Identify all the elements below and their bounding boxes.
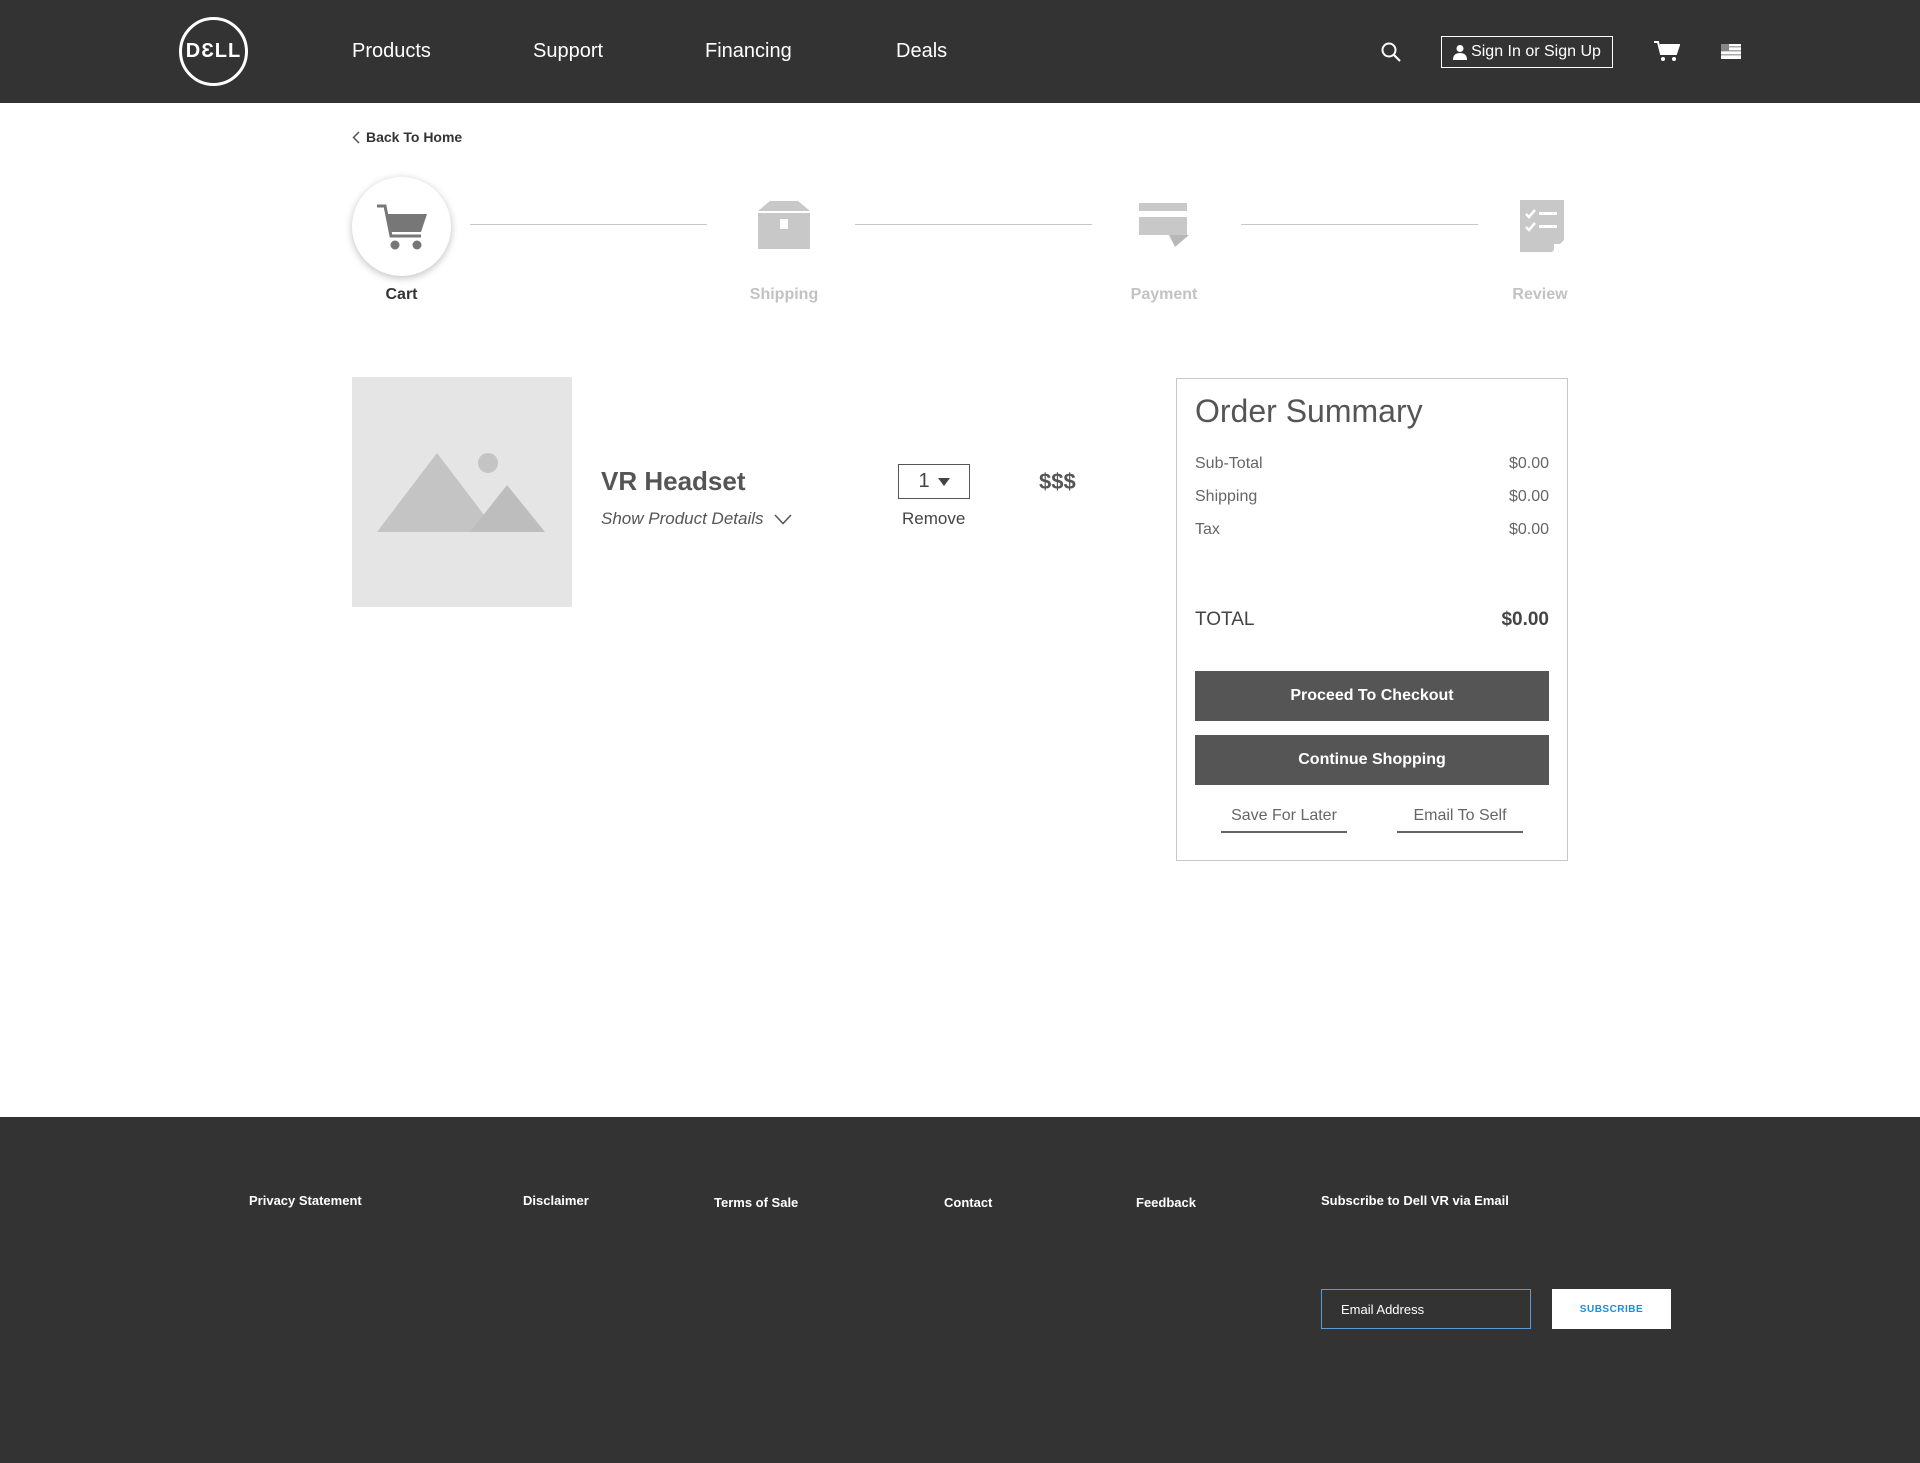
- step-label-payment: Payment: [1130, 286, 1198, 303]
- chevron-left-icon: [352, 130, 360, 144]
- subtotal-value: $0.00: [1508, 455, 1549, 472]
- step-cart[interactable]: [352, 177, 451, 276]
- site-header: DƐLL Products Support Financing Deals Si…: [0, 0, 1920, 103]
- quantity-value: 1: [918, 470, 930, 492]
- step-connector: [1241, 224, 1478, 225]
- step-connector: [855, 224, 1092, 225]
- footer-link-contact[interactable]: Contact: [944, 1195, 992, 1210]
- step-label-cart: Cart: [385, 286, 418, 303]
- total-row: TOTAL $0.00: [1195, 609, 1549, 631]
- tax-value: $0.00: [1508, 521, 1549, 538]
- back-to-home-link[interactable]: Back To Home: [352, 129, 462, 145]
- footer-link-disclaimer[interactable]: Disclaimer: [523, 1193, 589, 1208]
- total-label: TOTAL: [1195, 609, 1255, 630]
- proceed-to-checkout-button[interactable]: Proceed To Checkout: [1195, 671, 1549, 721]
- email-to-self-link[interactable]: Email To Self: [1397, 807, 1523, 833]
- subscribe-button[interactable]: SUBSCRIBE: [1552, 1289, 1671, 1329]
- step-connector: [470, 224, 707, 225]
- credit-card-icon[interactable]: [1139, 203, 1191, 249]
- remove-button[interactable]: Remove: [902, 509, 965, 529]
- show-product-details[interactable]: Show Product Details: [601, 509, 792, 529]
- back-label: Back To Home: [366, 129, 463, 145]
- subtotal-label: Sub-Total: [1195, 455, 1263, 472]
- checklist-icon[interactable]: [1520, 200, 1564, 252]
- product-name[interactable]: VR Headset: [601, 466, 746, 497]
- flag-icon[interactable]: [1721, 44, 1741, 59]
- subscribe-heading: Subscribe to Dell VR via Email: [1321, 1193, 1509, 1208]
- shipping-value: $0.00: [1508, 488, 1549, 505]
- nav-products[interactable]: Products: [352, 40, 431, 63]
- show-details-label: Show Product Details: [601, 509, 764, 528]
- step-label-review: Review: [1512, 286, 1568, 303]
- footer-link-privacy[interactable]: Privacy Statement: [249, 1193, 362, 1208]
- sign-in-button[interactable]: Sign In or Sign Up: [1441, 36, 1613, 68]
- nav-support[interactable]: Support: [533, 40, 603, 63]
- box-icon[interactable]: [758, 201, 810, 249]
- tax-label: Tax: [1195, 521, 1220, 538]
- shipping-label: Shipping: [1195, 488, 1258, 505]
- nav-financing[interactable]: Financing: [705, 40, 792, 63]
- quantity-select[interactable]: 1: [898, 464, 970, 499]
- image-placeholder-icon: [377, 453, 545, 532]
- product-price: $$$: [1039, 469, 1076, 494]
- step-label-shipping: Shipping: [749, 286, 819, 303]
- email-address-input[interactable]: [1321, 1289, 1531, 1329]
- continue-shopping-button[interactable]: Continue Shopping: [1195, 735, 1549, 785]
- cart-icon[interactable]: [1654, 40, 1680, 62]
- order-summary-title: Order Summary: [1195, 393, 1423, 429]
- shipping-row: Shipping $0.00: [1195, 488, 1549, 506]
- footer-link-feedback[interactable]: Feedback: [1136, 1195, 1196, 1210]
- subtotal-row: Sub-Total $0.00: [1195, 455, 1549, 473]
- tax-row: Tax $0.00: [1195, 521, 1549, 539]
- user-icon: [1453, 45, 1468, 60]
- total-value: $0.00: [1501, 609, 1549, 630]
- search-icon[interactable]: [1381, 42, 1401, 62]
- caret-down-icon: [937, 477, 950, 486]
- cart-icon: [376, 204, 427, 249]
- footer-link-terms[interactable]: Terms of Sale: [714, 1195, 798, 1210]
- dell-logo[interactable]: DƐLL: [179, 17, 248, 86]
- sign-in-label: Sign In or Sign Up: [1471, 43, 1601, 60]
- chevron-down-icon: [773, 513, 792, 525]
- order-summary: Order Summary Sub-Total $0.00 Shipping $…: [1176, 378, 1568, 861]
- save-for-later-link[interactable]: Save For Later: [1221, 807, 1347, 833]
- product-image: [352, 377, 572, 607]
- nav-deals[interactable]: Deals: [896, 40, 947, 63]
